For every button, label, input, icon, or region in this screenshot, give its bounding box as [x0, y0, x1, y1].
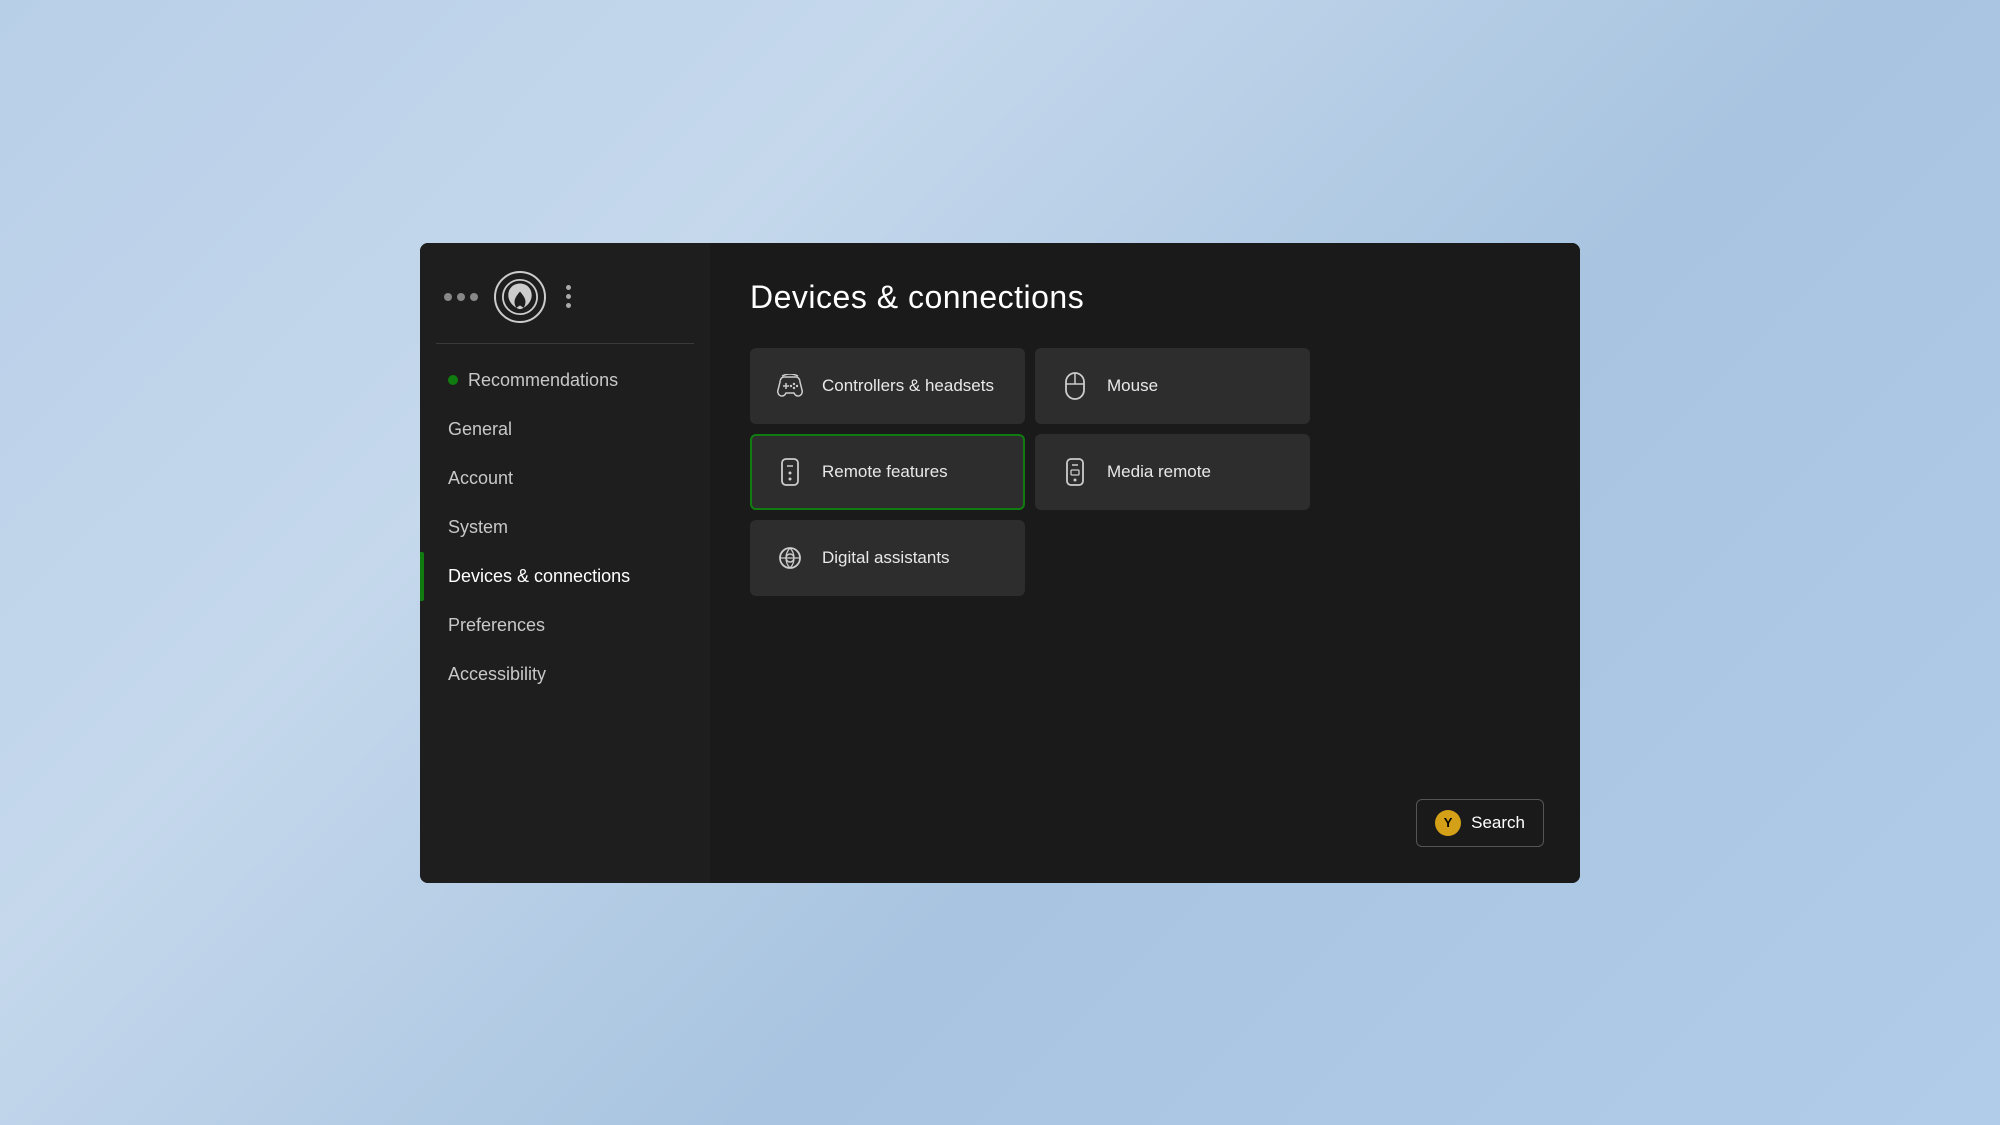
sidebar: Recommendations General Account System D…: [420, 243, 710, 883]
sidebar-item-account[interactable]: Account: [420, 454, 710, 503]
sidebar-item-devices[interactable]: Devices & connections: [420, 552, 710, 601]
grid-item-label: Remote features: [822, 462, 948, 482]
sidebar-item-label: Recommendations: [468, 370, 618, 391]
search-label: Search: [1471, 813, 1525, 833]
search-button[interactable]: Y Search: [1416, 799, 1544, 847]
sidebar-header: [420, 243, 710, 343]
controller-icon: [776, 372, 804, 400]
devices-grid: Controllers & headsets Mouse: [750, 348, 1310, 596]
xbox-logo: [494, 271, 546, 323]
grid-item-controllers[interactable]: Controllers & headsets: [750, 348, 1025, 424]
grid-item-label: Media remote: [1107, 462, 1211, 482]
page-title: Devices & connections: [750, 279, 1540, 316]
grid-item-mouse[interactable]: Mouse: [1035, 348, 1310, 424]
dot-1: [444, 293, 452, 301]
sidebar-divider: [436, 343, 694, 344]
sidebar-item-label: Preferences: [448, 615, 545, 636]
sidebar-item-label: General: [448, 419, 512, 440]
grid-item-label: Digital assistants: [822, 548, 950, 568]
y-button-icon: Y: [1435, 810, 1461, 836]
sidebar-item-label: System: [448, 517, 508, 538]
remote-icon: [776, 458, 804, 486]
sidebar-item-label: Accessibility: [448, 664, 546, 685]
grid-item-media-remote[interactable]: Media remote: [1035, 434, 1310, 510]
main-content: Devices & connections: [710, 243, 1580, 883]
grid-item-digital-assistants[interactable]: Digital assistants: [750, 520, 1025, 596]
grid-item-label: Controllers & headsets: [822, 376, 994, 396]
sidebar-item-general[interactable]: General: [420, 405, 710, 454]
dot-2: [457, 293, 465, 301]
sidebar-nav: Recommendations General Account System D…: [420, 356, 710, 699]
sidebar-item-preferences[interactable]: Preferences: [420, 601, 710, 650]
menu-dot-3: [566, 303, 571, 308]
sidebar-item-accessibility[interactable]: Accessibility: [420, 650, 710, 699]
grid-item-remote-features[interactable]: Remote features: [750, 434, 1025, 510]
sidebar-item-label: Account: [448, 468, 513, 489]
mouse-icon: [1061, 372, 1089, 400]
grid-item-label: Mouse: [1107, 376, 1158, 396]
media-remote-icon: [1061, 458, 1089, 486]
recommendations-dot: [448, 375, 458, 385]
menu-dot-2: [566, 294, 571, 299]
assistant-icon: [776, 544, 804, 572]
menu-dot-1: [566, 285, 571, 290]
dot-3: [470, 293, 478, 301]
sidebar-item-recommendations[interactable]: Recommendations: [420, 356, 710, 405]
back-dots[interactable]: [444, 293, 478, 301]
menu-dots[interactable]: [566, 285, 571, 308]
settings-window: Recommendations General Account System D…: [420, 243, 1580, 883]
sidebar-item-label: Devices & connections: [448, 566, 630, 587]
sidebar-item-system[interactable]: System: [420, 503, 710, 552]
